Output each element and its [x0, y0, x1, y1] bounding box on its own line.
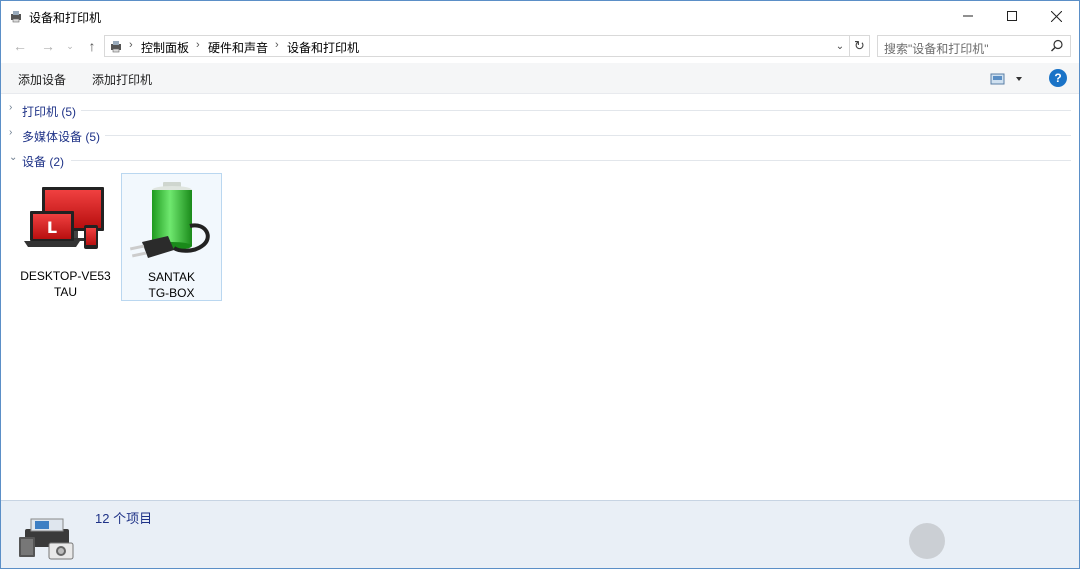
group-header-multimedia[interactable]: › 多媒体设备 (5): [1, 124, 1079, 146]
group-header-devices[interactable]: ⌄ 设备 (2): [1, 149, 1079, 171]
breadcrumb-separator[interactable]: ›: [275, 39, 279, 51]
breadcrumb-separator[interactable]: ›: [196, 39, 200, 51]
group-divider: [71, 160, 1071, 161]
group-divider: [105, 135, 1071, 136]
device-name-line: DESKTOP-VE53: [20, 269, 111, 283]
device-name-line: TAU: [53, 285, 78, 299]
watermark-text: [953, 529, 954, 555]
maximize-button[interactable]: [989, 1, 1035, 31]
title-bar: 设备和打印机: [1, 1, 1079, 31]
chevron-right-icon[interactable]: ›: [9, 127, 12, 138]
chevron-down-icon[interactable]: ⌄: [9, 152, 17, 163]
device-tile-santak[interactable]: SANTAK TG-BOX: [121, 173, 222, 301]
search-icon[interactable]: [1050, 39, 1064, 53]
back-arrow-icon: ←: [13, 38, 27, 54]
group-label-multimedia[interactable]: 多媒体设备 (5): [22, 128, 100, 145]
refresh-icon: ↻: [854, 38, 865, 53]
minimize-button[interactable]: [945, 1, 991, 31]
command-bar: 添加设备 添加打印机 ?: [1, 63, 1079, 94]
add-device-button[interactable]: 添加设备: [18, 71, 66, 88]
group-label-devices[interactable]: 设备 (2): [22, 153, 64, 170]
devices-printers-app-icon: [11, 11, 21, 23]
device-name-santak: SANTAK TG-BOX: [122, 269, 221, 301]
minimize-icon: [963, 15, 973, 17]
group-label-printers[interactable]: 打印机 (5): [22, 103, 76, 120]
back-button[interactable]: ←: [9, 35, 31, 57]
address-dropdown-icon[interactable]: ⌄: [833, 38, 847, 54]
device-name-line: SANTAK: [147, 270, 196, 284]
computer-devices-icon: L: [23, 187, 104, 249]
watermark-logo: [909, 523, 945, 559]
close-icon: [1050, 10, 1062, 22]
breadcrumb-hardware-sound[interactable]: 硬件和声音: [208, 39, 268, 56]
forward-button[interactable]: →: [37, 35, 59, 57]
breadcrumb-control-panel[interactable]: 控制面板: [141, 39, 189, 56]
group-divider: [81, 110, 1071, 111]
close-button[interactable]: [1033, 1, 1079, 31]
battery-plug-icon: [129, 182, 210, 258]
control-panel-icon: [111, 41, 121, 53]
help-button[interactable]: ?: [1049, 69, 1067, 87]
watermark: [909, 523, 1069, 563]
chevron-down-icon: ⌄: [66, 40, 74, 51]
svg-text:L: L: [46, 218, 56, 237]
up-arrow-icon: ↑: [88, 38, 96, 54]
group-header-printers[interactable]: › 打印机 (5): [1, 99, 1079, 121]
address-bar[interactable]: › 控制面板 › 硬件和声音 › 设备和打印机 ⌄: [104, 35, 850, 57]
item-count: 12 个项目: [95, 511, 153, 526]
view-options-icon[interactable]: [989, 72, 1025, 86]
recent-locations-button[interactable]: ⌄: [63, 35, 77, 57]
chevron-right-icon[interactable]: ›: [9, 102, 12, 113]
search-placeholder: 搜索"设备和打印机": [884, 42, 989, 56]
maximize-icon: [1007, 11, 1017, 21]
device-tile-desktop[interactable]: L DESKTOP-VE53 TAU: [15, 173, 116, 301]
breadcrumb-devices-printers[interactable]: 设备和打印机: [287, 39, 359, 56]
device-name-line: TG-BOX: [148, 286, 195, 300]
forward-arrow-icon: →: [41, 38, 55, 54]
help-icon: ?: [1054, 71, 1062, 85]
up-button[interactable]: ↑: [81, 35, 103, 57]
navigation-bar: ← → ⌄ ↑ › 控制面板 › 硬件和声音 › 设备和打印机 ⌄ ↻ 搜索"设…: [1, 31, 1079, 61]
window-title: 设备和打印机: [29, 11, 102, 25]
breadcrumb-separator[interactable]: ›: [129, 39, 133, 51]
refresh-button[interactable]: ↻: [850, 35, 870, 57]
devices-printers-large-icon: [19, 518, 74, 560]
device-name-desktop: DESKTOP-VE53 TAU: [15, 268, 116, 300]
add-printer-button[interactable]: 添加打印机: [92, 71, 152, 88]
watermark-text-glyph: [953, 548, 954, 549]
devices-and-printers-window: 设备和打印机 ← → ⌄ ↑ › 控制面板 › 硬件和声音 › 设备和打印机 ⌄…: [0, 0, 1080, 569]
search-input[interactable]: 搜索"设备和打印机": [877, 35, 1071, 57]
